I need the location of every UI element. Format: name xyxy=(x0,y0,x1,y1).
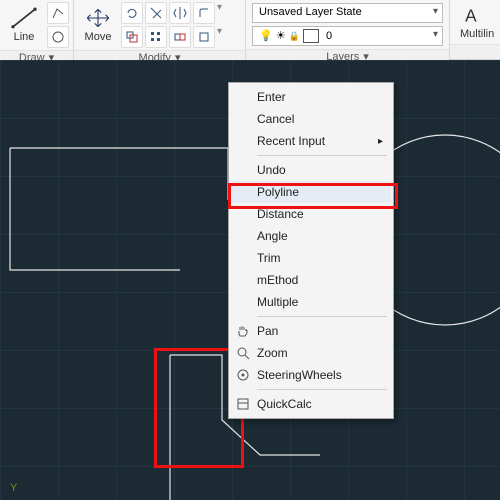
array-icon[interactable] xyxy=(145,26,167,48)
separator xyxy=(257,316,387,317)
mirror-icon[interactable] xyxy=(169,2,191,24)
calc-icon xyxy=(235,396,251,412)
zoom-icon xyxy=(235,345,251,361)
explode-icon[interactable] xyxy=(193,26,215,48)
svg-text:A: A xyxy=(465,5,477,25)
ucs-y-axis: Y xyxy=(10,482,17,494)
bulb-icon: 💡 xyxy=(259,30,273,42)
trim-icon[interactable] xyxy=(145,2,167,24)
multiline-text-tool[interactable]: A Multilin xyxy=(454,2,500,42)
sun-icon: ☀ xyxy=(276,30,286,42)
rotate-icon[interactable] xyxy=(121,2,143,24)
current-layer-dropdown[interactable]: 💡 ☀ 🔒 0 xyxy=(252,26,443,46)
pan-icon xyxy=(235,323,251,339)
scale-icon[interactable] xyxy=(121,26,143,48)
ctx-distance[interactable]: Distance xyxy=(231,203,391,225)
separator xyxy=(257,155,387,156)
move-tool[interactable]: Move xyxy=(78,5,118,45)
ctx-trim[interactable]: Trim xyxy=(231,247,391,269)
panel-draw: Line Draw▾ xyxy=(0,0,74,59)
ctx-cancel[interactable]: Cancel xyxy=(231,108,391,130)
layer-color-swatch xyxy=(303,29,319,43)
context-menu: Enter Cancel Recent Input▸ Undo Polyline… xyxy=(228,82,394,419)
multiline-label: Multilin xyxy=(460,28,494,40)
ctx-multiple[interactable]: Multiple xyxy=(231,291,391,313)
ctx-pan[interactable]: Pan xyxy=(231,320,391,342)
ctx-recent-input[interactable]: Recent Input▸ xyxy=(231,130,391,152)
line-tool[interactable]: Line xyxy=(4,5,44,45)
move-label: Move xyxy=(85,31,112,43)
ctx-zoom[interactable]: Zoom xyxy=(231,342,391,364)
separator xyxy=(257,389,387,390)
ctx-method[interactable]: mEthod xyxy=(231,269,391,291)
chevron-right-icon: ▸ xyxy=(378,136,383,147)
panel-layers: Unsaved Layer State 💡 ☀ 🔒 0 Layers▾ xyxy=(246,0,450,59)
lock-icon: 🔒 xyxy=(289,31,300,41)
stretch-icon[interactable] xyxy=(169,26,191,48)
ctx-steering[interactable]: SteeringWheels xyxy=(231,364,391,386)
line-label: Line xyxy=(14,31,35,43)
ctx-undo[interactable]: Undo xyxy=(231,159,391,181)
fillet-icon[interactable] xyxy=(193,2,215,24)
panel-annotation: A Multilin xyxy=(450,0,500,59)
ribbon: Line Draw▾ Move ▾ xyxy=(0,0,500,60)
layer-state-dropdown[interactable]: Unsaved Layer State xyxy=(252,3,443,23)
circle-icon[interactable] xyxy=(47,26,69,48)
ctx-polyline[interactable]: Polyline xyxy=(231,181,391,203)
polyline-icon[interactable] xyxy=(47,2,69,24)
layer-name: 0 xyxy=(326,30,332,42)
ctx-angle[interactable]: Angle xyxy=(231,225,391,247)
ctx-quickcalc[interactable]: QuickCalc xyxy=(231,393,391,415)
panel-modify: Move ▾ ▾ Modify▾ xyxy=(74,0,246,59)
steering-icon xyxy=(235,367,251,383)
panel-annotation-title[interactable] xyxy=(450,44,500,59)
ctx-enter[interactable]: Enter xyxy=(231,86,391,108)
